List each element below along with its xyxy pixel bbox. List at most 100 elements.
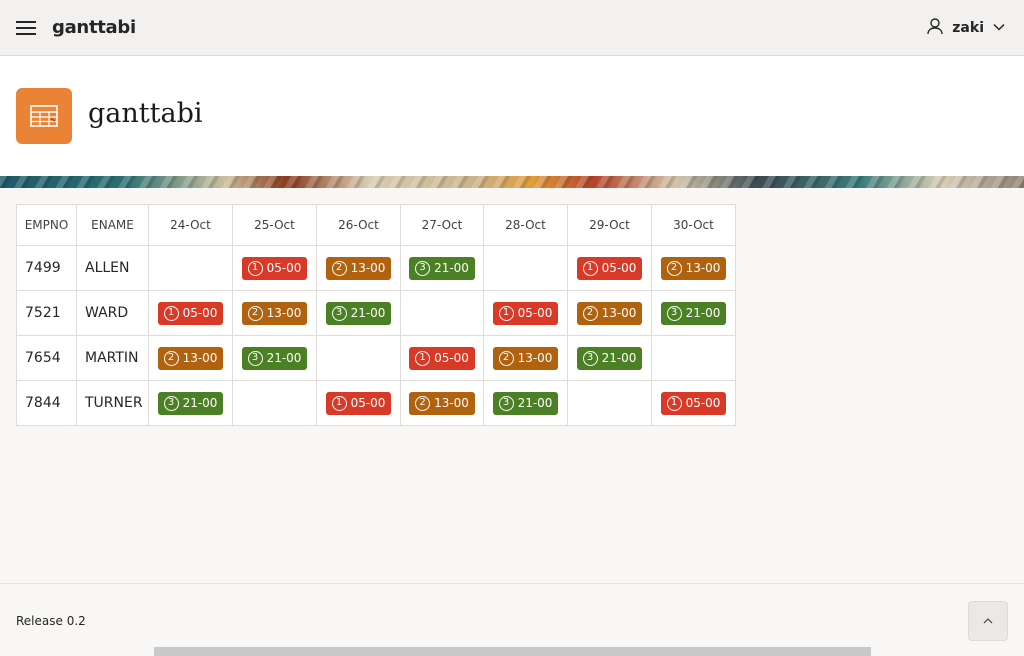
shift-number-icon: 3: [415, 260, 431, 276]
top-navigation-bar: ganttabi zaki: [0, 0, 1024, 56]
column-header-date[interactable]: 24-Oct: [148, 204, 233, 246]
shift-number-icon: 1: [498, 305, 514, 321]
ename-cell: ALLEN: [76, 245, 149, 291]
shift-number-icon: 3: [247, 350, 263, 366]
shift-cell: [316, 335, 401, 381]
table-row: 7654 MARTIN 2 13-00 3 21-00 1 05-00 2 13-00 3 21-00: [16, 335, 736, 381]
shift-badge[interactable]: 3 21-00: [241, 346, 308, 370]
shift-badge[interactable]: 1 05-00: [157, 301, 224, 325]
shift-badge[interactable]: 3 21-00: [325, 301, 392, 325]
table-row: 7499 ALLEN 1 05-00 2 13-00 3 21-00 1 05-00 2 13-00: [16, 245, 736, 291]
column-header-date[interactable]: 26-Oct: [316, 204, 401, 246]
hamburger-menu-button[interactable]: [12, 14, 40, 42]
shift-time: 13-00: [517, 351, 553, 365]
column-header-date[interactable]: 27-Oct: [400, 204, 484, 246]
shift-time: 21-00: [266, 351, 302, 365]
column-header-date[interactable]: 29-Oct: [567, 204, 652, 246]
shift-cell: 3 21-00: [232, 335, 317, 381]
shift-time: 05-00: [182, 306, 218, 320]
column-header-date[interactable]: 25-Oct: [232, 204, 317, 246]
table-row: 7521 WARD 1 05-00 2 13-00 3 21-00 1 05-00 2 13-00 3 2…: [16, 290, 736, 336]
ename-cell: WARD: [76, 290, 149, 336]
shift-badge[interactable]: 3 21-00: [492, 391, 559, 415]
shift-time: 05-00: [350, 396, 386, 410]
shift-badge[interactable]: 2 13-00: [157, 346, 224, 370]
column-header-date[interactable]: 30-Oct: [651, 204, 736, 246]
shift-badge[interactable]: 3 21-00: [409, 256, 475, 280]
shift-cell: 1 05-00: [232, 245, 317, 291]
shift-badge[interactable]: 2 13-00: [325, 256, 392, 280]
shift-number-icon: 2: [163, 350, 179, 366]
shift-time: 13-00: [434, 396, 469, 410]
empno-cell: 7521: [16, 290, 77, 336]
shift-time: 05-00: [685, 396, 721, 410]
shift-time: 05-00: [601, 261, 637, 275]
shift-badge[interactable]: 3 21-00: [660, 301, 727, 325]
shift-cell: 3 21-00: [316, 290, 401, 336]
user-menu-button[interactable]: zaki: [926, 17, 1006, 39]
user-icon: [926, 17, 944, 39]
shift-badge[interactable]: 1 05-00: [325, 391, 392, 415]
shift-badge[interactable]: 2 13-00: [576, 301, 643, 325]
empno-cell: 7499: [16, 245, 77, 291]
shift-cell: 3 21-00: [148, 380, 233, 426]
shift-number-icon: 3: [582, 350, 598, 366]
hero-region: ganttabi: [0, 56, 1024, 176]
column-header-empno[interactable]: EMPNO: [16, 204, 77, 246]
scroll-to-top-button[interactable]: [968, 601, 1008, 641]
shift-number-icon: 2: [666, 260, 682, 276]
shift-time: 13-00: [601, 306, 637, 320]
empno-cell: 7844: [16, 380, 77, 426]
shift-cell: 1 05-00: [148, 290, 233, 336]
shift-badge[interactable]: 1 05-00: [241, 256, 308, 280]
shift-cell: 2 13-00: [148, 335, 233, 381]
shift-cell: [483, 245, 568, 291]
shift-cell: 1 05-00: [316, 380, 401, 426]
shift-time: 13-00: [182, 351, 218, 365]
shift-badge[interactable]: 2 13-00: [241, 301, 308, 325]
shift-badge[interactable]: 1 05-00: [409, 346, 475, 370]
developer-toolbar[interactable]: [154, 647, 871, 656]
shift-badge[interactable]: 2 13-00: [492, 346, 559, 370]
shift-number-icon: 1: [582, 260, 598, 276]
shift-time: 13-00: [350, 261, 386, 275]
app-title[interactable]: ganttabi: [52, 17, 136, 38]
shift-number-icon: 3: [666, 305, 682, 321]
shift-cell: [567, 380, 652, 426]
shift-time: 05-00: [517, 306, 553, 320]
shift-number-icon: 3: [331, 305, 347, 321]
gantt-table: EMPNO ENAME 24-Oct 25-Oct 26-Oct 27-Oct …: [16, 204, 736, 426]
shift-time: 13-00: [685, 261, 721, 275]
shift-number-icon: 1: [163, 305, 179, 321]
shift-cell: 3 21-00: [400, 245, 484, 291]
hamburger-icon-line: [16, 27, 36, 29]
shift-badge[interactable]: 1 05-00: [660, 391, 727, 415]
shift-cell: 1 05-00: [483, 290, 568, 336]
shift-time: 21-00: [182, 396, 218, 410]
shift-cell: 2 13-00: [232, 290, 317, 336]
shift-number-icon: 3: [163, 395, 179, 411]
shift-badge[interactable]: 2 13-00: [409, 391, 475, 415]
shift-time: 21-00: [517, 396, 553, 410]
shift-number-icon: 1: [247, 260, 263, 276]
ename-cell: TURNER: [76, 380, 149, 426]
shift-cell: [651, 335, 736, 381]
shift-badge[interactable]: 3 21-00: [576, 346, 643, 370]
shift-badge[interactable]: 1 05-00: [492, 301, 559, 325]
shift-time: 21-00: [434, 261, 469, 275]
shift-cell: 2 13-00: [567, 290, 652, 336]
table-header-row: EMPNO ENAME 24-Oct 25-Oct 26-Oct 27-Oct …: [16, 204, 736, 246]
decorative-banner-pattern: [0, 176, 1024, 188]
shift-cell: 2 13-00: [483, 335, 568, 381]
shift-badge[interactable]: 1 05-00: [576, 256, 643, 280]
shift-cell: 3 21-00: [651, 290, 736, 336]
shift-time: 13-00: [266, 306, 302, 320]
column-header-date[interactable]: 28-Oct: [483, 204, 568, 246]
shift-number-icon: 2: [331, 260, 347, 276]
shift-number-icon: 2: [415, 395, 431, 411]
shift-number-icon: 2: [582, 305, 598, 321]
shift-number-icon: 1: [331, 395, 347, 411]
column-header-ename[interactable]: ENAME: [76, 204, 149, 246]
shift-badge[interactable]: 3 21-00: [157, 391, 224, 415]
shift-badge[interactable]: 2 13-00: [660, 256, 727, 280]
